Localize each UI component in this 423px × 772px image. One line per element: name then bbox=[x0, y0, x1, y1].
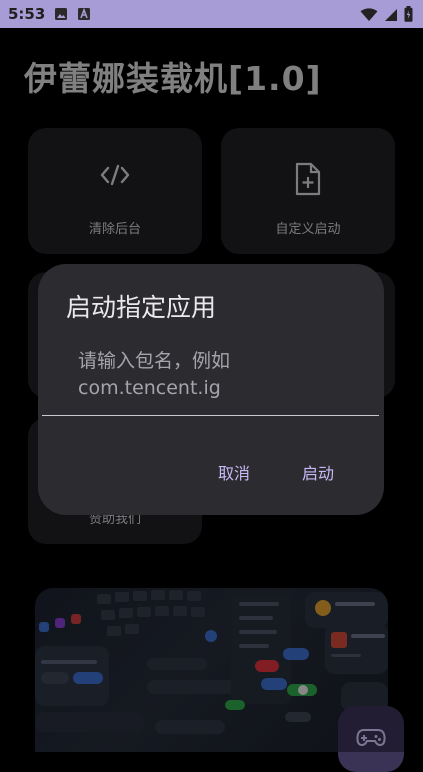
wifi-icon bbox=[360, 7, 378, 26]
launch-app-dialog: 启动指定应用 取消 启动 bbox=[38, 264, 384, 515]
a-icon bbox=[77, 7, 91, 21]
status-time: 5:53 bbox=[8, 5, 46, 23]
signal-icon bbox=[384, 7, 398, 26]
image-icon bbox=[54, 7, 68, 21]
dialog-title: 启动指定应用 bbox=[66, 293, 217, 322]
input-underline bbox=[42, 415, 379, 416]
cancel-button[interactable]: 取消 bbox=[206, 454, 262, 490]
launch-button[interactable]: 启动 bbox=[290, 454, 346, 490]
battery-icon bbox=[404, 6, 413, 26]
status-bar: 5:53 bbox=[0, 0, 423, 28]
package-name-input[interactable] bbox=[78, 348, 338, 408]
